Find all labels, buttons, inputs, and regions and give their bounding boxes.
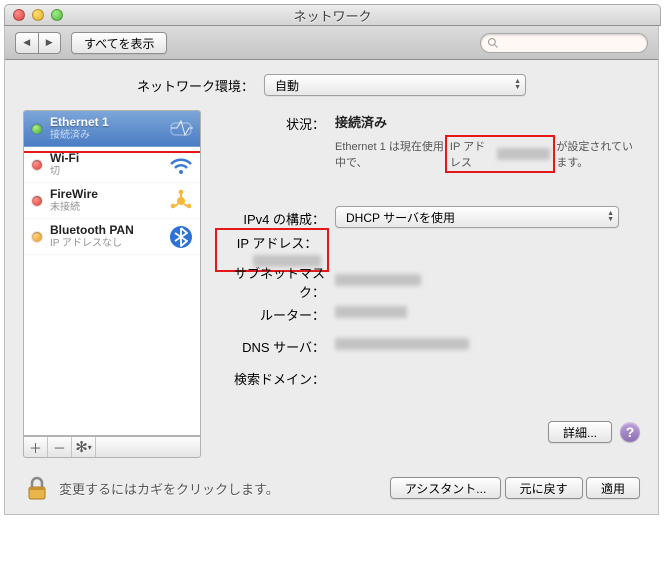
remove-service-button[interactable]: －: [48, 437, 72, 457]
window-title: ネットワーク: [5, 6, 660, 25]
subnet-mask-value: [335, 274, 421, 286]
redacted-ip: [497, 148, 551, 160]
status-description: Ethernet 1 は現在使用中で、 IP アドレス が設定されています。: [335, 135, 640, 173]
ip-address-value: [253, 255, 321, 267]
status-dot-icon: [32, 232, 42, 242]
toolbar: ◀ ▶ すべてを表示: [5, 26, 658, 60]
revert-button[interactable]: 元に戻す: [505, 477, 583, 499]
services-sidebar: Ethernet 1 接続済み Wi-Fi 切: [23, 110, 201, 436]
ipv4-config-popup[interactable]: DHCP サーバを使用 ▲▼: [335, 206, 619, 228]
status-dot-icon: [32, 160, 42, 170]
nav-buttons: ◀ ▶: [15, 32, 61, 54]
dns-server-label: DNS サーバ：: [215, 335, 335, 356]
service-name: Bluetooth PAN: [50, 224, 160, 237]
status-dot-icon: [32, 196, 42, 206]
search-field[interactable]: [480, 33, 648, 53]
sidebar-item-ethernet[interactable]: Ethernet 1 接続済み: [24, 111, 200, 147]
help-button[interactable]: ?: [620, 422, 640, 442]
lock-icon[interactable]: [23, 474, 51, 502]
router-label: ルーター：: [215, 303, 335, 324]
location-popup[interactable]: 自動 ▲▼: [264, 74, 526, 96]
dns-server-value: [335, 338, 469, 350]
show-all-button[interactable]: すべてを表示: [71, 32, 167, 54]
status-dot-icon: [32, 124, 42, 134]
service-name: FireWire: [50, 188, 160, 201]
ipv4-config-label: IPv4 の構成：: [215, 207, 335, 228]
firewire-icon: [168, 188, 194, 214]
service-status: 未接続: [50, 201, 160, 214]
window-titlebar: ネットワーク: [4, 4, 661, 26]
service-name: Ethernet 1: [50, 116, 160, 129]
ipv4-config-value: DHCP サーバを使用: [346, 209, 455, 226]
subnet-mask-label: サブネットマスク：: [215, 261, 335, 301]
status-value: 接続済み: [335, 115, 387, 130]
ip-address-label: IP アドレス：: [237, 236, 318, 251]
service-name: Wi-Fi: [50, 152, 160, 165]
forward-button[interactable]: ▶: [39, 32, 62, 54]
ethernet-icon: [168, 116, 194, 142]
lock-message: 変更するにはカギをクリックします。: [59, 479, 279, 498]
popup-arrows-icon: ▲▼: [601, 211, 614, 223]
sidebar-action-menu[interactable]: ✻▾: [72, 437, 96, 457]
router-value: [335, 306, 407, 318]
add-service-button[interactable]: ＋: [24, 437, 48, 457]
assistant-button[interactable]: アシスタント...: [390, 477, 502, 499]
sidebar-toolbar: ＋ － ✻▾: [23, 436, 201, 458]
sidebar-item-bluetooth[interactable]: Bluetooth PAN IP アドレスなし: [24, 219, 200, 255]
popup-arrows-icon: ▲▼: [508, 79, 521, 91]
service-status: 切: [50, 165, 160, 178]
wifi-icon: [168, 152, 194, 178]
sidebar-item-firewire[interactable]: FireWire 未接続: [24, 183, 200, 219]
apply-button[interactable]: 適用: [586, 477, 640, 499]
bluetooth-icon: [168, 224, 194, 250]
details-pane: 状況： 接続済み Ethernet 1 は現在使用中で、 IP アドレス が設定…: [215, 110, 640, 458]
search-domain-label: 検索ドメイン：: [215, 367, 335, 388]
service-status: IP アドレスなし: [50, 237, 160, 250]
location-label: ネットワーク環境：: [137, 76, 254, 95]
status-label: 状況：: [215, 112, 335, 173]
service-status: 接続済み: [50, 129, 160, 142]
advanced-button[interactable]: 詳細...: [548, 421, 612, 443]
search-icon: [487, 37, 499, 49]
back-button[interactable]: ◀: [15, 32, 39, 54]
location-value: 自動: [275, 77, 299, 94]
sidebar-item-wifi[interactable]: Wi-Fi 切: [24, 147, 200, 183]
